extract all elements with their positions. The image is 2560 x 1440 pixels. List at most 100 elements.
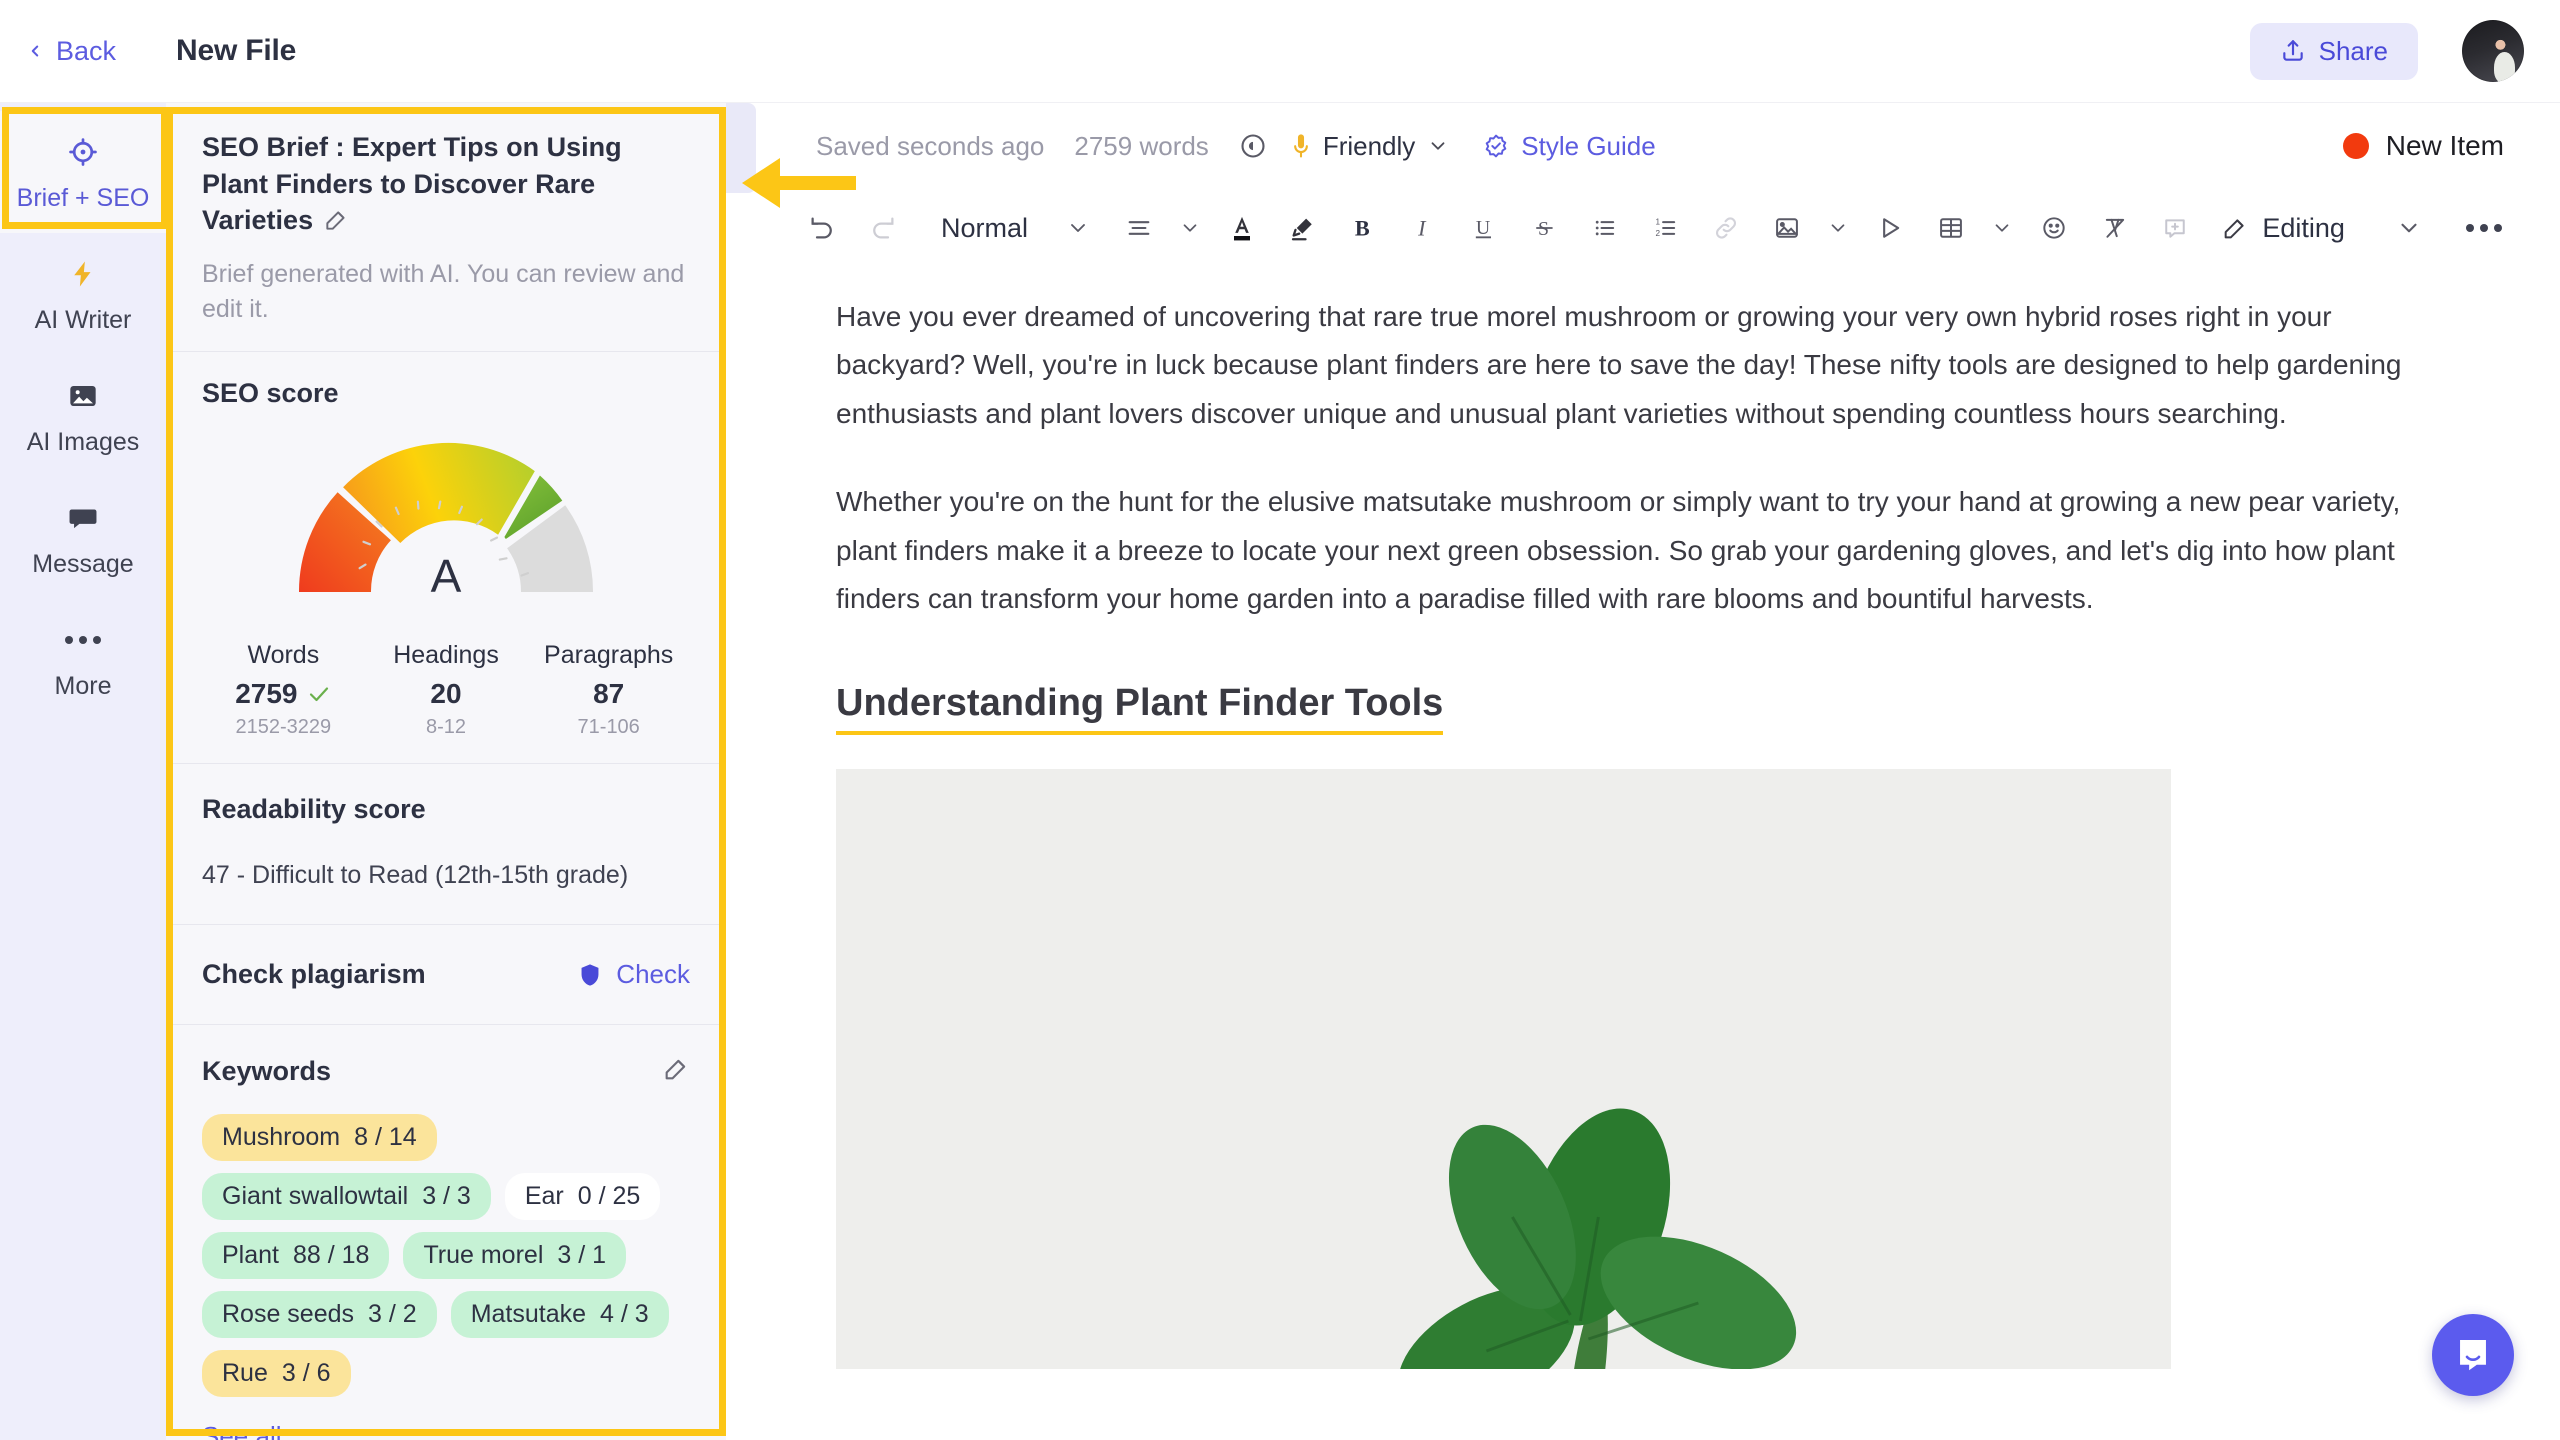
sidebar-item-label: Brief + SEO — [16, 183, 150, 212]
keyword-count: 3 / 6 — [281, 1359, 331, 1388]
keyword-count: 8 / 14 — [354, 1123, 417, 1152]
back-button[interactable]: Back — [26, 36, 116, 67]
stat-headings: Headings 20 8-12 — [365, 641, 528, 739]
style-guide-button[interactable]: Style Guide — [1483, 131, 1656, 162]
editing-mode-label: Editing — [2262, 212, 2345, 243]
sidebar-item-more[interactable]: More — [0, 599, 166, 721]
preview-eye-icon[interactable] — [1239, 132, 1267, 160]
editing-mode-button[interactable]: Editing — [2205, 213, 2345, 244]
check-label: Check — [616, 959, 690, 990]
keyword-chip[interactable]: True morel 3 / 1 — [403, 1232, 627, 1280]
edit-keywords-icon[interactable] — [662, 1055, 690, 1088]
chevron-down-icon — [1995, 224, 2009, 232]
keyword-count: 88 / 18 — [292, 1241, 370, 1270]
brief-title: SEO Brief : Expert Tips on Using Plant F… — [202, 132, 622, 236]
editor-pane: Saved seconds ago 2759 words Friendly St… — [726, 103, 2560, 1440]
keyword-term: Rose seeds — [222, 1300, 355, 1329]
numbered-list-button[interactable]: 1 2 — [1635, 189, 1696, 267]
chat-icon — [67, 498, 99, 538]
chevron-down-icon — [1071, 224, 1086, 232]
chat-bubble-icon — [2460, 1339, 2486, 1371]
avatar[interactable] — [2462, 20, 2524, 82]
share-button[interactable]: Share — [2249, 22, 2418, 80]
bullet-list-button[interactable] — [1575, 189, 1636, 267]
stat-value: 20 — [430, 678, 462, 710]
new-item-indicator[interactable]: New Item — [2342, 130, 2504, 162]
align-chevron[interactable] — [1169, 189, 1212, 267]
keyword-chip[interactable]: Giant swallowtail 3 / 3 — [202, 1173, 491, 1221]
play-icon — [1883, 218, 1900, 238]
stat-range: 71-106 — [577, 716, 640, 739]
lightning-icon — [68, 254, 98, 294]
tone-label: Friendly — [1322, 130, 1416, 161]
target-icon — [66, 132, 100, 172]
sidebar-item-message[interactable]: Message — [0, 477, 166, 599]
sidebar-item-brief-seo[interactable]: Brief + SEO — [0, 111, 166, 233]
annotation-arrow — [742, 158, 856, 208]
more-options-button[interactable] — [2453, 189, 2514, 267]
add-comment-button[interactable] — [2145, 189, 2206, 267]
keyword-chip-list: Mushroom 8 / 14 Giant swallowtail 3 / 3 … — [202, 1114, 690, 1398]
italic-icon: I — [1417, 216, 1427, 241]
app-root: Back New File Share Brief + SEO AI Write… — [0, 0, 2560, 1440]
bold-button[interactable]: B — [1333, 189, 1394, 267]
numbered-list-icon: 1 2 — [1655, 218, 1675, 238]
editing-mode-chevron[interactable] — [2379, 189, 2440, 267]
keywords-header: Keywords — [202, 1055, 690, 1088]
readability-block: Readability score 47 - Difficult to Read… — [166, 764, 726, 926]
intercom-chat-button[interactable] — [2432, 1314, 2514, 1396]
align-button[interactable] — [1109, 189, 1170, 267]
status-dot — [2342, 133, 2369, 159]
tone-selector[interactable]: Friendly — [1291, 131, 1449, 162]
plagiarism-title: Check plagiarism — [202, 959, 426, 990]
insert-image-button[interactable] — [1756, 189, 1817, 267]
strikethrough-icon: S — [1535, 218, 1553, 240]
keyword-chip[interactable]: Rose seeds 3 / 2 — [202, 1291, 437, 1339]
emoji-icon — [2043, 217, 2065, 239]
keyword-term: Giant swallowtail — [222, 1182, 409, 1211]
check-plagiarism-button[interactable]: Check — [577, 959, 690, 990]
sidebar-item-ai-writer[interactable]: AI Writer — [0, 233, 166, 355]
brief-subtitle: Brief generated with AI. You can review … — [202, 260, 685, 324]
keyword-chip[interactable]: Plant 88 / 18 — [202, 1232, 390, 1280]
edit-brief-icon[interactable] — [323, 206, 349, 243]
seo-panel: SEO Brief : Expert Tips on Using Plant F… — [166, 103, 726, 1440]
see-all-keywords-link[interactable]: See all — [202, 1421, 690, 1440]
clear-formatting-button[interactable] — [2084, 189, 2145, 267]
top-header: Back New File Share — [0, 0, 2560, 103]
plant-illustration — [1397, 1108, 1796, 1369]
keyword-chip[interactable]: Matsutake 4 / 3 — [450, 1291, 669, 1339]
keyword-chip[interactable]: Mushroom 8 / 14 — [202, 1114, 437, 1162]
readability-value: 47 - Difficult to Read (12th-15th grade) — [202, 861, 629, 890]
keyword-chip[interactable]: Ear 0 / 25 — [504, 1173, 661, 1221]
document-image — [836, 768, 2171, 1369]
more-icon — [2465, 224, 2502, 232]
clear-format-icon — [2105, 218, 2124, 238]
table-chevron[interactable] — [1981, 189, 2024, 267]
stat-label: Words — [247, 641, 320, 670]
sidebar-item-label: More — [54, 671, 112, 700]
svg-text:2: 2 — [1655, 229, 1660, 238]
keyword-chip[interactable]: Rue 3 / 6 — [202, 1350, 351, 1398]
stat-words: Words 2759 2152-3229 — [202, 641, 365, 739]
link-button[interactable] — [1696, 189, 1757, 267]
highlight-button[interactable] — [1272, 189, 1333, 267]
strikethrough-button[interactable]: S — [1514, 189, 1575, 267]
ellipsis-icon — [65, 620, 101, 660]
formatting-toolbar: Normal B I U S 1 2 Editing — [726, 189, 2560, 267]
paragraph-style-chevron[interactable] — [1048, 189, 1109, 267]
document-body[interactable]: Have you ever dreamed of uncovering that… — [726, 267, 2560, 1369]
image-chevron[interactable] — [1817, 189, 1860, 267]
underline-button[interactable]: U — [1454, 189, 1515, 267]
paragraph-style-selector[interactable]: Normal — [913, 213, 1048, 244]
font-color-button[interactable] — [1212, 189, 1273, 267]
italic-button[interactable]: I — [1393, 189, 1454, 267]
shield-icon — [581, 964, 599, 986]
video-button[interactable] — [1860, 189, 1921, 267]
redo-button[interactable] — [853, 189, 914, 267]
brief-title-row: SEO Brief : Expert Tips on Using Plant F… — [202, 129, 690, 243]
word-count: 2759 words — [1074, 130, 1209, 161]
emoji-button[interactable] — [2024, 189, 2085, 267]
sidebar-item-ai-images[interactable]: AI Images — [0, 355, 166, 477]
table-button[interactable] — [1920, 189, 1981, 267]
